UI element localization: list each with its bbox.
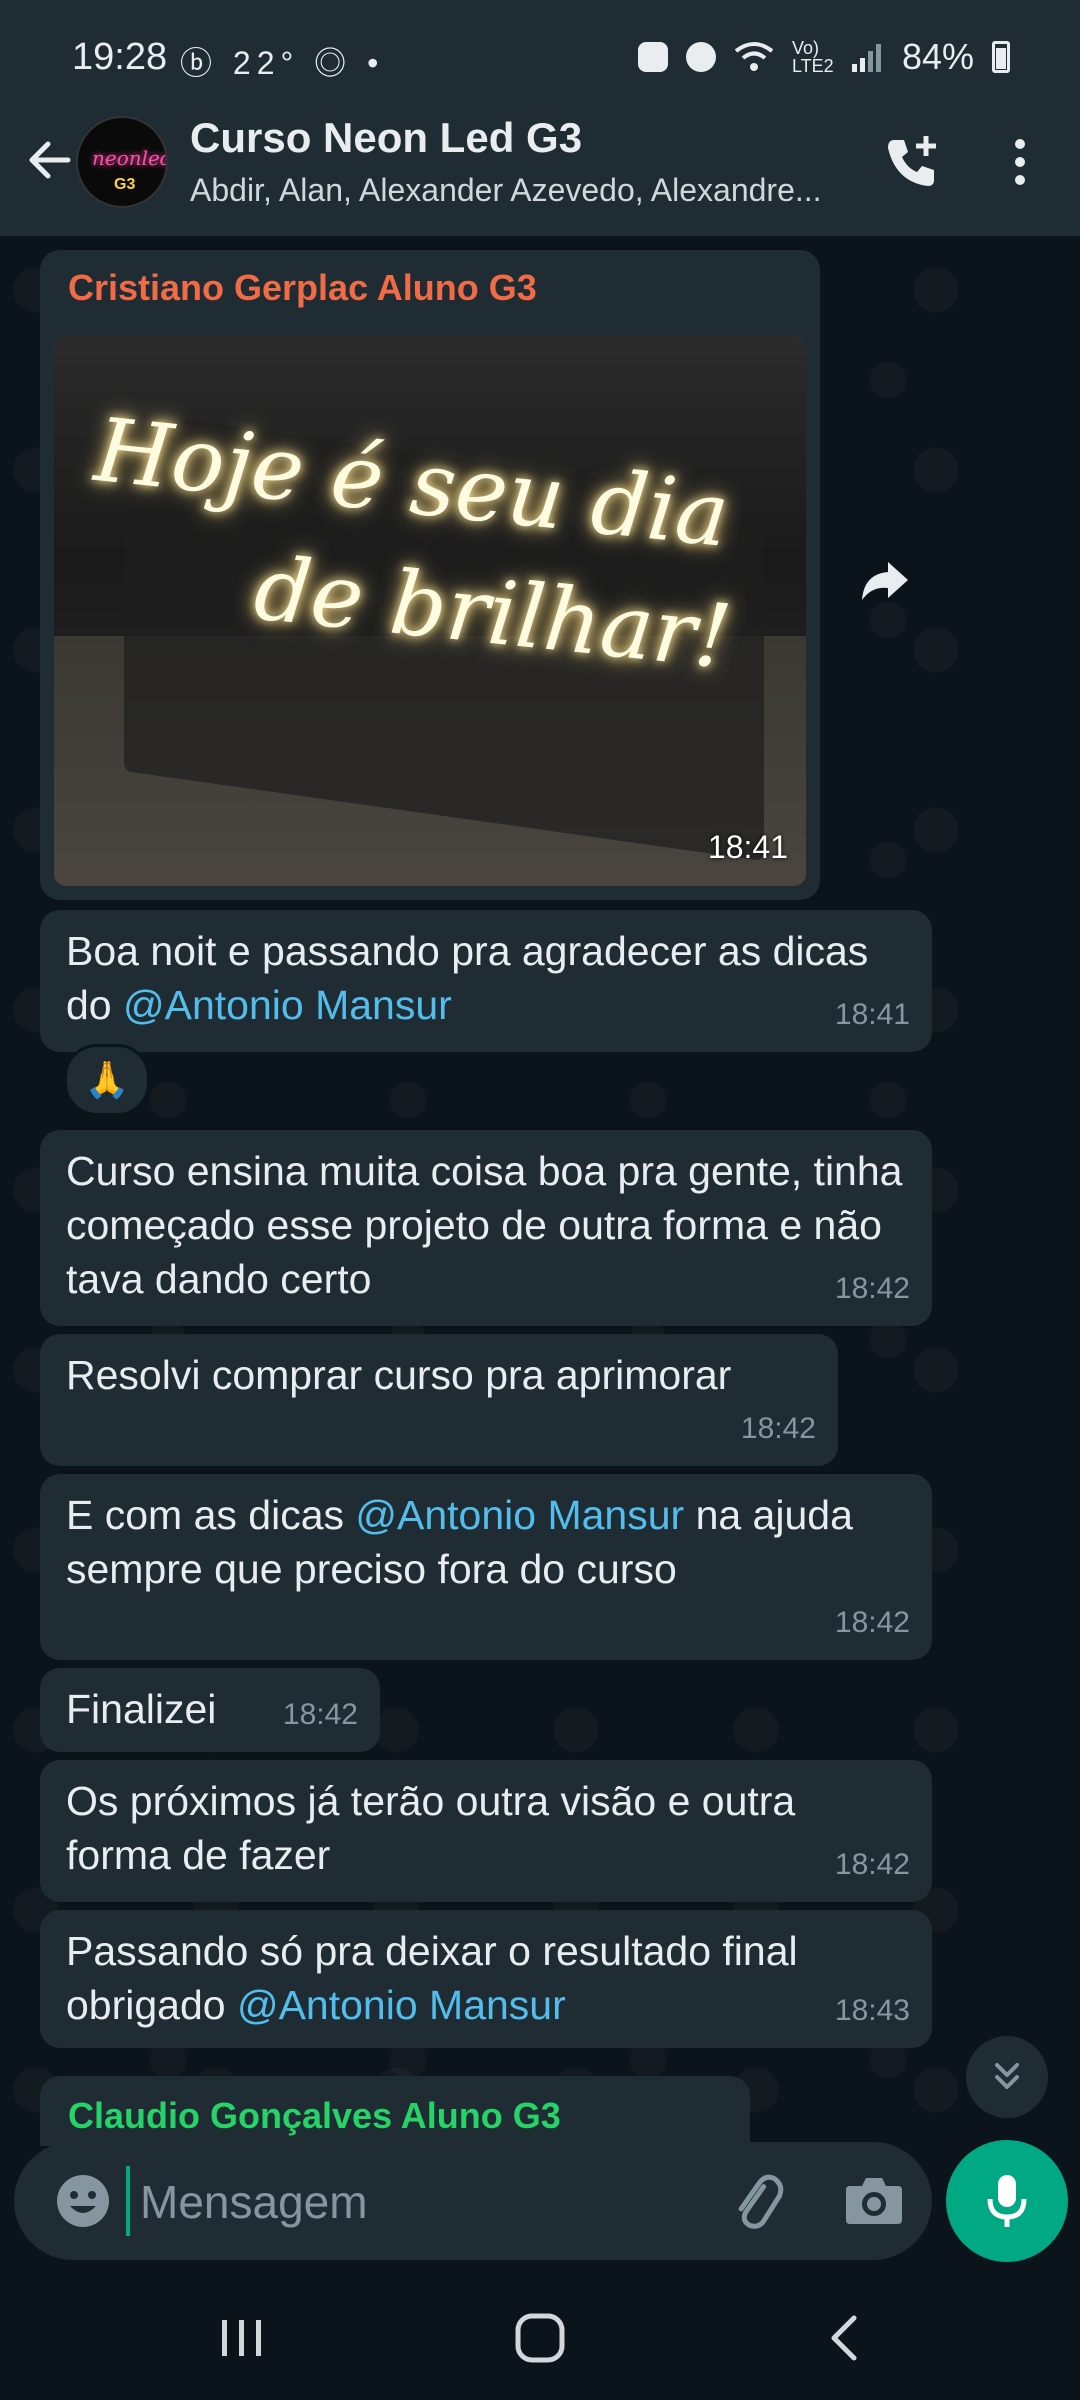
message-text: Finalizei (66, 1686, 217, 1732)
image-message-bubble[interactable]: Cristiano Gerplac Aluno G3 Hoje é seu di… (40, 250, 820, 900)
battery-percent: 84% (901, 36, 974, 77)
mention-link[interactable]: @Antonio Mansur (355, 1492, 684, 1538)
system-navigation-bar (0, 2276, 1080, 2400)
avatar-logo-text: neonled (92, 146, 168, 170)
voice-message-button[interactable] (946, 2140, 1068, 2262)
message-bubble[interactable]: Resolvi comprar curso pra aprimorar 18:4… (40, 1334, 838, 1466)
message-time: 18:42 (834, 1848, 910, 1881)
emoji-icon[interactable] (54, 2172, 112, 2230)
message-text: Os próximos já terão outra visão e outra… (66, 1778, 796, 1878)
message-time: 18:41 (834, 998, 910, 1031)
chat-title[interactable]: Curso Neon Led G3 (190, 114, 582, 162)
status-time: 19:28 (72, 36, 168, 78)
wifi-icon (734, 42, 774, 71)
network-label: Vo) LTE2 (791, 38, 834, 76)
message-composer (14, 2142, 932, 2260)
more-options-icon[interactable] (1000, 130, 1040, 194)
forward-icon[interactable] (850, 546, 920, 616)
mention-link[interactable]: @Antonio Mansur (123, 982, 452, 1028)
mention-link[interactable]: @Antonio Mansur (237, 1982, 566, 2028)
add-call-icon[interactable] (880, 130, 944, 194)
neon-sign-photo[interactable]: Hoje é seu dia de brilhar! 18:41 (54, 336, 806, 886)
reaction-badge[interactable]: 🙏 (64, 1044, 150, 1116)
message-bubble-partial[interactable]: Claudio Gonçalves Aluno G3 (40, 2076, 750, 2146)
message-text: Curso ensina muita coisa boa pra gente, … (66, 1148, 903, 1302)
message-time: 18:41 (707, 829, 788, 865)
message-input[interactable] (138, 2164, 702, 2240)
group-avatar[interactable]: neonled G3 (76, 116, 168, 208)
message-sender[interactable]: Cristiano Gerplac Aluno G3 (68, 266, 537, 310)
signal-icon (851, 44, 881, 72)
text-cursor (126, 2166, 130, 2236)
message-sender[interactable]: Claudio Gonçalves Aluno G3 (68, 2094, 561, 2138)
status-right-group: Vo) LTE2 84% (637, 36, 1010, 78)
chat-participants[interactable]: Abdir, Alan, Alexander Azevedo, Alexandr… (190, 172, 850, 209)
message-bubble[interactable]: Boa noit e passando pra agradecer as dic… (40, 910, 932, 1052)
paperclip-icon[interactable] (726, 2170, 788, 2232)
message-text: E com as dicas (66, 1492, 356, 1538)
message-time: 18:43 (834, 1994, 910, 2027)
back-icon[interactable] (820, 2312, 870, 2364)
message-bubble[interactable]: Os próximos já terão outra visão e outra… (40, 1760, 932, 1902)
message-time: 18:42 (834, 1272, 910, 1305)
message-bubble[interactable]: E com as dicas @Antonio Mansur na ajuda … (40, 1474, 932, 1660)
recycle-icon (637, 42, 668, 72)
recent-apps-icon[interactable] (216, 2312, 268, 2364)
message-bubble[interactable]: Curso ensina muita coisa boa pra gente, … (40, 1130, 932, 1326)
double-chevron-down-icon (995, 2063, 1019, 2089)
message-text: Resolvi comprar curso pra aprimorar (66, 1352, 732, 1398)
status-bar: 19:28 ⓑ 22° ◎ • Vo) LTE2 84% (0, 0, 1080, 116)
chat-header: neonled G3 Curso Neon Led G3 Abdir, Alan… (0, 100, 1080, 236)
message-bubble[interactable]: Passando só pra deixar o resultado final… (40, 1910, 932, 2048)
message-time: 18:42 (834, 1606, 910, 1639)
home-icon[interactable] (512, 2310, 568, 2366)
alarm-icon (685, 42, 716, 72)
battery-icon (992, 41, 1010, 73)
status-notification-icons: ⓑ 22° ◎ • (180, 45, 385, 81)
avatar-badge: G3 (114, 176, 136, 193)
back-arrow-icon[interactable] (20, 130, 80, 190)
message-time: 18:42 (740, 1412, 816, 1445)
microphone-icon (987, 2175, 1027, 2227)
scroll-to-bottom-button[interactable] (966, 2036, 1048, 2118)
camera-icon[interactable] (844, 2172, 904, 2228)
message-bubble[interactable]: Finalizei 18:42 (40, 1668, 380, 1752)
message-time: 18:42 (282, 1698, 358, 1731)
